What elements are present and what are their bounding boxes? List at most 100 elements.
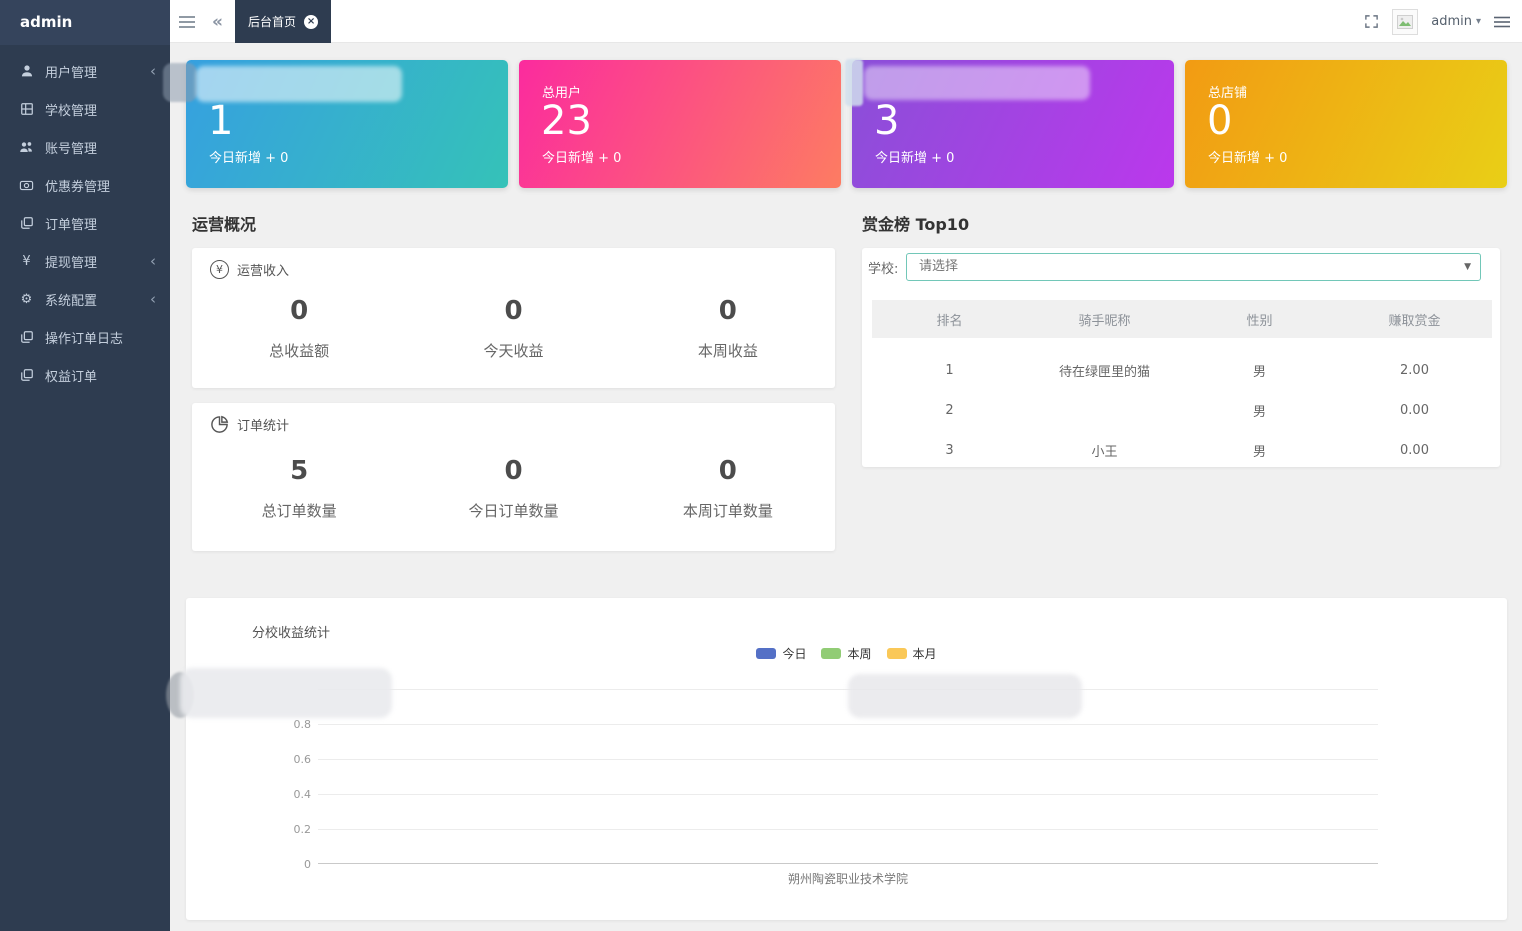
school-label: 学校: (868, 258, 906, 277)
chevron-down-icon: ▾ (1476, 16, 1481, 27)
order-card-header: 订单统计 (210, 415, 289, 434)
sidebar-item-withdraw[interactable]: ¥ 提现管理 ‹ (0, 242, 170, 280)
sidebar: admin 用户管理 ‹ 学校管理 账号管理 (0, 0, 170, 931)
close-icon[interactable]: × (304, 15, 318, 29)
stat-today-orders: 0 今日订单数量 (406, 458, 620, 521)
withdraw-icon: ¥ (18, 254, 35, 269)
sidebar-item-schools[interactable]: 学校管理 (0, 90, 170, 128)
legend-swatch (821, 648, 841, 659)
username-label: admin (1431, 14, 1472, 29)
school-filter-row: 学校: 请选择 ▼ (868, 252, 1481, 282)
chart-title: 分校收益统计 (252, 622, 330, 641)
bounty-table-body: 1 待在绿匣里的猫 男 2.00 2 男 0.00 3 小王 男 0.00 (872, 350, 1492, 470)
legend-item-today[interactable]: 今日 (756, 645, 806, 662)
table-row: 1 待在绿匣里的猫 男 2.00 (872, 350, 1492, 390)
sidebar-item-settings[interactable]: ⚙ 系统配置 ‹ (0, 280, 170, 318)
y-tick: 0.4 (279, 788, 311, 801)
admin-dashboard: admin 用户管理 ‹ 学校管理 账号管理 (0, 0, 1522, 931)
legend-swatch (756, 648, 776, 659)
school-select-value: 请选择 (919, 259, 958, 274)
sidebar-item-label: 优惠券管理 (45, 176, 110, 195)
stat-card-value: 3 (874, 96, 899, 146)
sidebar-item-label: 权益订单 (45, 366, 97, 385)
stat-card-subtitle: 今日新增 + 0 (1208, 147, 1287, 166)
school-select[interactable]: 请选择 ▼ (906, 253, 1481, 281)
chart-legend: 今日 本周 本月 (186, 645, 1507, 662)
hamburger-icon[interactable] (178, 0, 196, 43)
fullscreen-icon[interactable] (1364, 14, 1379, 29)
list-icon[interactable] (1494, 16, 1510, 28)
stat-card-value: 0 (1207, 96, 1232, 146)
stat-card-3: 3 今日新增 + 0 (852, 60, 1174, 188)
section-title-bounty: 赏金榜 Top10 (862, 211, 969, 235)
legend-item-week[interactable]: 本周 (821, 645, 871, 662)
sidebar-item-label: 账号管理 (45, 138, 97, 157)
orders-icon (18, 216, 35, 230)
stat-today-income: 0 今天收益 (406, 298, 620, 361)
top-bar-right: admin ▾ (1364, 0, 1510, 43)
stat-card-value: 23 (541, 96, 592, 146)
app-title: admin (0, 0, 170, 45)
y-tick: 0.2 (279, 823, 311, 836)
stat-week-orders: 0 本周订单数量 (621, 458, 835, 521)
bounty-table-header: 排名 骑手昵称 性别 赚取赏金 (872, 300, 1492, 338)
chevron-left-icon: ‹ (150, 254, 156, 269)
collapse-tabs-icon[interactable]: « (212, 0, 223, 43)
sidebar-item-order-log[interactable]: 操作订单日志 (0, 318, 170, 356)
stat-total-orders: 5 总订单数量 (192, 458, 406, 521)
stat-card-value: 1 (208, 96, 233, 146)
stat-total-income: 0 总收益额 (192, 298, 406, 361)
accounts-icon (18, 140, 35, 154)
user-icon (18, 64, 35, 78)
income-icon: ¥ (210, 260, 229, 279)
income-card-header: ¥ 运营收入 (210, 260, 289, 279)
y-tick: 0.6 (279, 753, 311, 766)
top-bar: « 后台首页 × admin ▾ (170, 0, 1522, 43)
x-axis-category-label: 朔州陶瓷职业技术学院 (318, 870, 1378, 887)
y-tick: 0.8 (279, 718, 311, 731)
sidebar-item-users[interactable]: 用户管理 ‹ (0, 52, 170, 90)
sidebar-nav: 用户管理 ‹ 学校管理 账号管理 优惠券管理 (0, 45, 170, 394)
sidebar-item-orders[interactable]: 订单管理 (0, 204, 170, 242)
legend-item-month[interactable]: 本月 (887, 645, 937, 662)
x-axis-line (318, 863, 1378, 864)
order-stats: 5 总订单数量 0 今日订单数量 0 本周订单数量 (192, 458, 835, 521)
select-arrow-icon: ▼ (1464, 254, 1471, 280)
chevron-left-icon: ‹ (150, 292, 156, 307)
stat-week-income: 0 本周收益 (621, 298, 835, 361)
avatar[interactable] (1392, 9, 1418, 35)
stat-card-subtitle: 今日新增 + 0 (875, 147, 954, 166)
settings-icon: ⚙ (18, 292, 35, 307)
sidebar-item-label: 提现管理 (45, 252, 97, 271)
sidebar-item-rights-orders[interactable]: 权益订单 (0, 356, 170, 394)
branch-income-chart-card: 分校收益统计 今日 本周 本月 0 0.2 0.4 (186, 598, 1507, 920)
sidebar-item-label: 系统配置 (45, 290, 97, 309)
tab-label: 后台首页 (248, 13, 296, 30)
log-icon (18, 330, 35, 344)
stat-card-total-users: 总用户 23 今日新增 + 0 (519, 60, 841, 188)
income-stats: 0 总收益额 0 今天收益 0 本周收益 (192, 298, 835, 361)
stat-card-subtitle: 今日新增 + 0 (542, 147, 621, 166)
table-row: 2 男 0.00 (872, 390, 1492, 430)
bounty-table: 排名 骑手昵称 性别 赚取赏金 1 待在绿匣里的猫 男 2.00 2 男 0.0… (872, 300, 1492, 470)
legend-swatch (887, 648, 907, 659)
income-card: ¥ 运营收入 0 总收益额 0 今天收益 0 本周收益 (192, 248, 835, 388)
sidebar-item-label: 订单管理 (45, 214, 97, 233)
table-row: 3 小王 男 0.00 (872, 430, 1492, 470)
order-stats-card: 订单统计 5 总订单数量 0 今日订单数量 0 本周订单数量 (192, 403, 835, 551)
tab-dashboard[interactable]: 后台首页 × (235, 0, 331, 43)
income-card-title: 运营收入 (237, 260, 289, 279)
stat-card-subtitle: 今日新增 + 0 (209, 147, 288, 166)
sidebar-item-accounts[interactable]: 账号管理 (0, 128, 170, 166)
order-card-title: 订单统计 (237, 415, 289, 434)
school-icon (18, 102, 35, 116)
sidebar-item-coupons[interactable]: 优惠券管理 (0, 166, 170, 204)
pie-chart-icon (210, 415, 229, 434)
sidebar-item-label: 操作订单日志 (45, 328, 123, 347)
y-tick: 0 (279, 858, 311, 871)
section-title-overview: 运营概况 (192, 211, 256, 235)
chevron-left-icon: ‹ (150, 64, 156, 79)
stat-card-1: 1 今日新增 + 0 (186, 60, 508, 188)
chart-plot-area (318, 689, 1378, 864)
user-menu[interactable]: admin ▾ (1431, 14, 1481, 29)
